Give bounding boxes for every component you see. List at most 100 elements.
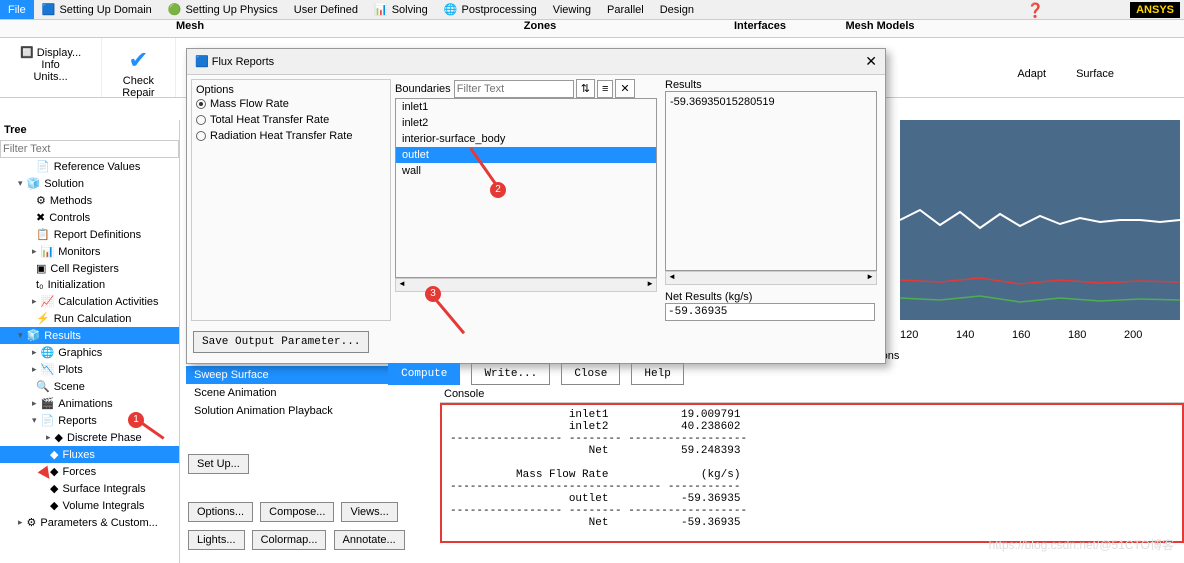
results-box: -59.36935015280519 xyxy=(665,91,877,271)
task-list-panel: Sweep Surface Scene Animation Solution A… xyxy=(186,366,436,554)
group-zones: Zones xyxy=(380,20,700,37)
outline-tree[interactable]: 📄Reference Values▾🧊Solution ⚙Methods ✖Co… xyxy=(0,158,179,531)
results-scroll[interactable] xyxy=(665,271,877,285)
filter-select-icon[interactable]: ≡ xyxy=(597,80,613,98)
boundaries-list[interactable]: inlet1inlet2interior-surface_bodyoutletw… xyxy=(395,98,657,278)
task-sol-anim[interactable]: Solution Animation Playback xyxy=(186,402,436,420)
tree-item[interactable]: ▸📉Plots xyxy=(0,361,179,378)
boundary-item[interactable]: inlet2 xyxy=(396,115,656,131)
net-results-output xyxy=(665,303,875,321)
watermark: https://blog.csdn.net/@51CTO博客 xyxy=(989,536,1174,553)
top-tabs: File 🟦Setting Up Domain 🟢Setting Up Phys… xyxy=(0,0,1184,20)
close-button[interactable]: Close xyxy=(561,363,620,385)
tree-item[interactable]: t₀Initialization xyxy=(0,277,179,293)
group-mesh: Mesh xyxy=(0,20,380,37)
tree-item[interactable]: ▸🎬Animations xyxy=(0,395,179,412)
tree-item[interactable]: ◆Volume Integrals xyxy=(0,497,179,514)
tb-check[interactable]: ✔ Check Repair xyxy=(102,38,175,97)
tree-item[interactable]: ⚡Run Calculation xyxy=(0,310,179,327)
boundary-item[interactable]: inlet1 xyxy=(396,99,656,115)
result-value: -59.36935015280519 xyxy=(670,96,872,108)
results-label: Results xyxy=(665,79,877,91)
tree-item[interactable]: 📄Reference Values xyxy=(0,158,179,175)
tree-item[interactable]: ▸📊Monitors xyxy=(0,243,179,260)
dialog-title: Flux Reports xyxy=(212,56,274,68)
tree-item[interactable]: ▾🧊Results xyxy=(0,327,179,344)
group-interfaces: Interfaces xyxy=(700,20,820,37)
console-output: inlet1 19.009791 inlet2 40.238602 ------… xyxy=(440,403,1184,543)
tree-item[interactable]: ▸🌐Graphics xyxy=(0,344,179,361)
annotation-badge-2: 2 xyxy=(490,182,506,198)
flux-reports-dialog: 🟦 Flux Reports ✕ Options Mass Flow RateT… xyxy=(186,48,886,364)
residuals-chart: 120 140 160 180 200 ations xyxy=(900,120,1180,360)
svg-text:180: 180 xyxy=(1068,329,1086,341)
boundary-item[interactable]: wall xyxy=(396,163,656,179)
tree-item[interactable]: ▸📈Calculation Activities xyxy=(0,293,179,310)
tree-title: Tree xyxy=(0,120,179,140)
help-button[interactable]: Help xyxy=(631,363,683,385)
tab-post[interactable]: 🌐Postprocessing xyxy=(436,0,545,19)
tree-item[interactable]: ✖Controls xyxy=(0,209,179,226)
annotate-button[interactable]: Annotate... xyxy=(334,530,405,550)
tree-item[interactable]: ▾📄Reports xyxy=(0,412,179,429)
tab-design[interactable]: Design xyxy=(652,0,702,19)
group-meshmodels: Mesh Models xyxy=(820,20,940,37)
tab-file[interactable]: File xyxy=(0,0,34,19)
net-results-label: Net Results (kg/s) xyxy=(665,291,877,303)
write-button[interactable]: Write... xyxy=(471,363,550,385)
radio-option[interactable]: Mass Flow Rate xyxy=(196,96,386,112)
tab-physics[interactable]: 🟢Setting Up Physics xyxy=(160,0,286,19)
dialog-icon: 🟦 xyxy=(195,56,209,68)
svg-text:120: 120 xyxy=(900,329,918,341)
setup-button[interactable]: Set Up... xyxy=(188,454,249,474)
svg-text:140: 140 xyxy=(956,329,974,341)
check-icon: ✔ xyxy=(122,46,154,75)
svg-text:200: 200 xyxy=(1124,329,1142,341)
tree-filter-input[interactable] xyxy=(0,140,179,158)
tree-item[interactable]: ▾🧊Solution xyxy=(0,175,179,192)
console-panel: Console inlet1 19.009791 inlet2 40.23860… xyxy=(440,386,1184,557)
tab-userdef[interactable]: User Defined xyxy=(286,0,366,19)
views-button[interactable]: Views... xyxy=(341,502,397,522)
tab-viewing[interactable]: Viewing xyxy=(545,0,599,19)
options-button[interactable]: Options... xyxy=(188,502,253,522)
lights-button[interactable]: Lights... xyxy=(188,530,245,550)
tree-item[interactable]: ◆Surface Integrals xyxy=(0,480,179,497)
tb-adapt[interactable]: Adapt xyxy=(1017,68,1046,80)
annotation-badge-1: 1 xyxy=(128,412,144,428)
tab-solving[interactable]: 📊Solving xyxy=(366,0,436,19)
radio-option[interactable]: Total Heat Transfer Rate xyxy=(196,112,386,128)
tab-parallel[interactable]: Parallel xyxy=(599,0,652,19)
tree-item[interactable]: ▸⚙Parameters & Custom... xyxy=(0,514,179,531)
options-group: Options Mass Flow RateTotal Heat Transfe… xyxy=(191,79,391,321)
tab-domain[interactable]: 🟦Setting Up Domain xyxy=(34,0,160,19)
tree-item[interactable]: 📋Report Definitions xyxy=(0,226,179,243)
tree-item[interactable]: 🔍Scene xyxy=(0,378,179,395)
compute-button[interactable]: Compute xyxy=(388,363,460,385)
svg-text:160: 160 xyxy=(1012,329,1030,341)
brand-logo: ANSYS xyxy=(1130,2,1180,18)
filter-sort-icon[interactable]: ⇅ xyxy=(576,79,595,98)
close-icon[interactable]: ✕ xyxy=(865,53,877,70)
boundary-item[interactable]: outlet xyxy=(396,147,656,163)
tb-display[interactable]: 🔲 Display... Info Units... xyxy=(0,38,102,97)
console-title: Console xyxy=(440,386,1184,403)
radio-option[interactable]: Radiation Heat Transfer Rate xyxy=(196,128,386,144)
boundary-item[interactable]: interior-surface_body xyxy=(396,131,656,147)
tree-item[interactable]: ◆Forces xyxy=(0,463,179,480)
colormap-button[interactable]: Colormap... xyxy=(252,530,327,550)
boundaries-filter-input[interactable] xyxy=(454,80,574,98)
save-output-button[interactable]: Save Output Parameter... xyxy=(193,331,369,353)
tree-item[interactable]: ▣Cell Registers xyxy=(0,260,179,277)
outline-tree-panel: Tree 📄Reference Values▾🧊Solution ⚙Method… xyxy=(0,120,180,563)
help-icon[interactable]: ❓ xyxy=(1027,2,1044,19)
boundaries-label: Boundaries xyxy=(395,83,451,95)
tree-item[interactable]: ◆Fluxes xyxy=(0,446,179,463)
options-label: Options xyxy=(196,84,386,96)
compose-button[interactable]: Compose... xyxy=(260,502,334,522)
ribbon-groups: Mesh Zones Interfaces Mesh Models xyxy=(0,20,1184,38)
tree-item[interactable]: ⚙Methods xyxy=(0,192,179,209)
annotation-badge-3: 3 xyxy=(425,286,441,302)
tb-surface[interactable]: Surface xyxy=(1076,68,1114,80)
filter-clear-icon[interactable]: ✕ xyxy=(615,79,634,98)
